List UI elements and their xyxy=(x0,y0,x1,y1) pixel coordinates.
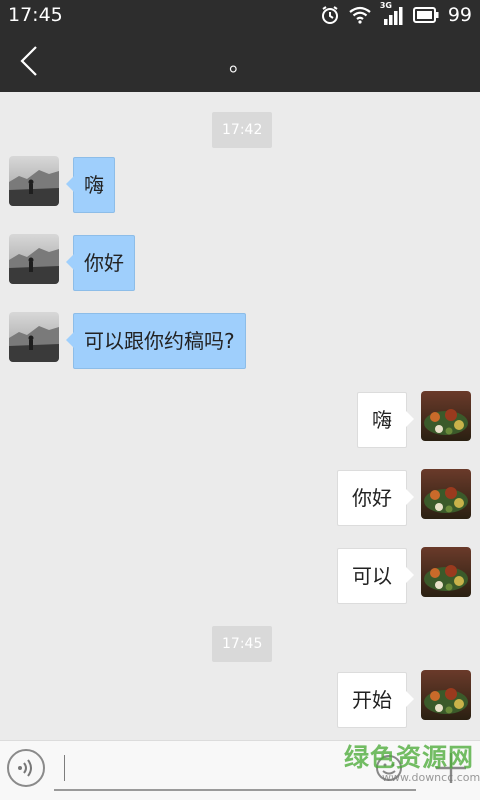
user-avatar[interactable] xyxy=(421,670,471,720)
user-avatar[interactable] xyxy=(421,547,471,597)
contact-avatar[interactable] xyxy=(9,156,59,206)
status-bar: 17:45 3G 99 xyxy=(0,0,480,30)
user-avatar[interactable] xyxy=(421,469,471,519)
timestamp: 17:42 xyxy=(212,112,273,148)
message-bubble-incoming[interactable]: 嗨 xyxy=(66,157,115,213)
nav-bar: 。 xyxy=(0,30,480,92)
user-avatar[interactable] xyxy=(421,391,471,441)
message-bubble-outgoing[interactable]: 可以 xyxy=(337,548,414,604)
voice-button[interactable] xyxy=(7,749,45,787)
plus-icon xyxy=(432,753,470,791)
chat-area[interactable]: 17:42 嗨 你好 可以跟你约稿吗? 嗨 你好 可以 17:45 开始 xyxy=(0,92,480,740)
emoji-icon xyxy=(374,755,404,787)
conversation-title: 。 xyxy=(228,52,251,77)
contact-avatar[interactable] xyxy=(9,234,59,284)
contact-avatar[interactable] xyxy=(9,312,59,362)
signal-3g-icon: 3G xyxy=(380,1,404,25)
message-bubble-incoming[interactable]: 可以跟你约稿吗? xyxy=(66,313,246,369)
message-bubble-outgoing[interactable]: 你好 xyxy=(337,470,414,526)
emoji-button[interactable] xyxy=(374,753,404,783)
network-label: 3G xyxy=(379,1,392,10)
battery-icon xyxy=(412,7,439,23)
wifi-icon xyxy=(349,6,371,24)
message-input[interactable] xyxy=(54,749,416,791)
message-bubble-incoming[interactable]: 你好 xyxy=(66,235,135,291)
status-icons: 3G 99 xyxy=(320,1,472,27)
text-cursor xyxy=(64,755,65,781)
battery-level: 99 xyxy=(447,4,472,26)
more-button[interactable] xyxy=(432,749,470,787)
status-time: 17:45 xyxy=(8,4,63,26)
input-bar xyxy=(0,740,480,800)
alarm-icon xyxy=(320,5,340,25)
message-bubble-outgoing[interactable]: 开始 xyxy=(337,672,414,728)
message-bubble-outgoing[interactable]: 嗨 xyxy=(357,392,414,448)
timestamp: 17:45 xyxy=(212,626,273,662)
